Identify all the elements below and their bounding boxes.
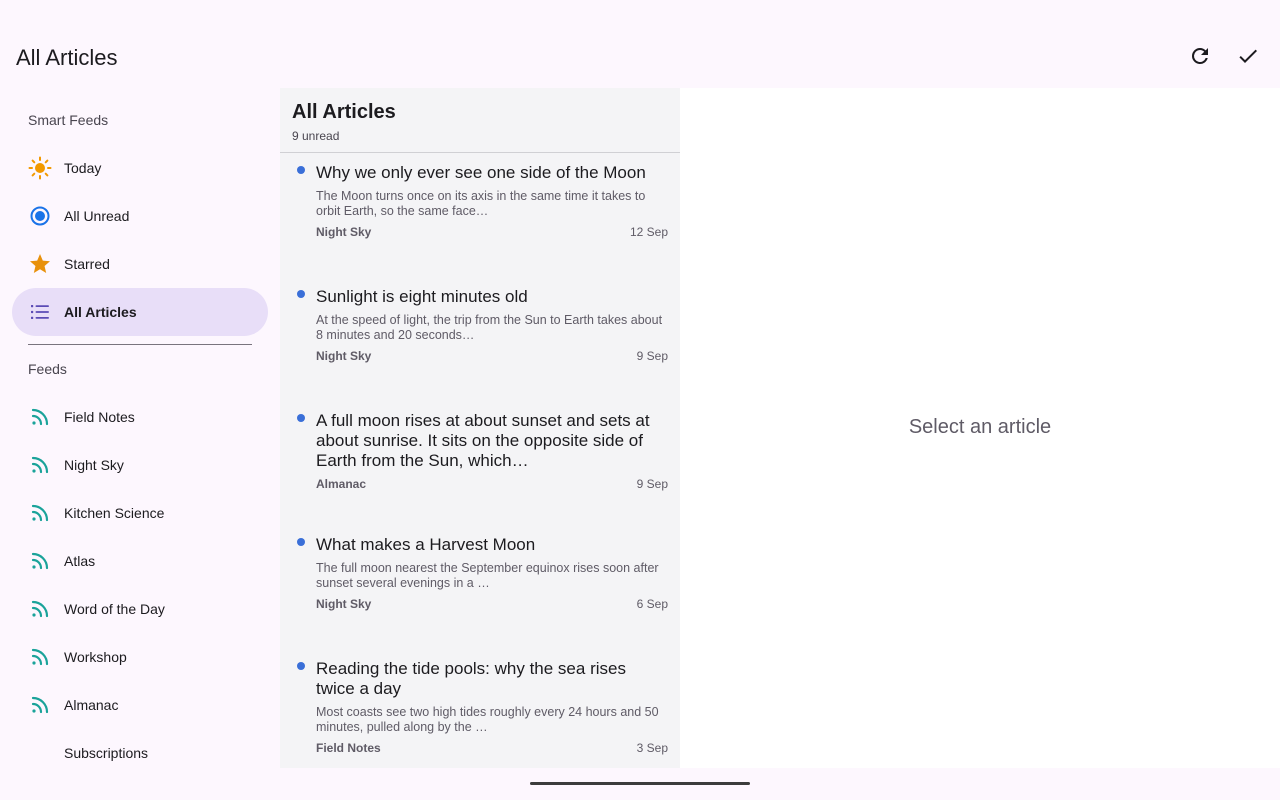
list-title: All Articles	[292, 101, 396, 123]
article-excerpt: Most coasts see two high tides roughly e…	[316, 705, 659, 734]
article-item[interactable]: Why we only ever see one side of the Moo…	[280, 153, 680, 277]
article-excerpt: The full moon nearest the September equi…	[316, 561, 659, 590]
mark-all-read-button[interactable]	[1232, 40, 1264, 72]
list-icon	[28, 300, 52, 324]
feed-item-label: Kitchen Science	[64, 505, 165, 521]
list-header: All Articles 9 unread	[280, 88, 680, 153]
feed-item-atlas[interactable]: Atlas	[12, 537, 268, 585]
top-app-bar: All Articles	[0, 0, 1280, 88]
rss-icon	[28, 693, 52, 717]
smart-feeds-header: Smart Feeds	[28, 112, 109, 128]
article-title: A full moon rises at about sunset and se…	[316, 411, 650, 470]
nav-item-today[interactable]: Today	[12, 144, 268, 192]
article-source: Field Notes	[316, 741, 381, 755]
rss-icon	[28, 501, 52, 525]
article-item[interactable]: What makes a Harvest Moon The full moon …	[280, 525, 680, 649]
refresh-button[interactable]	[1184, 40, 1216, 72]
article-source: Night Sky	[316, 597, 372, 611]
gesture-handle[interactable]	[530, 782, 750, 785]
nav-item-label: Starred	[64, 256, 110, 272]
feed-item-label: Night Sky	[64, 457, 124, 473]
article-title: What makes a Harvest Moon	[316, 535, 536, 554]
article-excerpt: The Moon turns once on its axis in the s…	[316, 189, 646, 218]
article-date: 9 Sep	[636, 477, 668, 491]
feed-item-field-notes[interactable]: Field Notes	[12, 393, 268, 441]
feed-item-label: Workshop	[64, 649, 127, 665]
sun-icon	[28, 156, 52, 180]
feeds-header: Feeds	[28, 361, 67, 377]
unread-dot-icon	[297, 166, 305, 174]
article-title: Why we only ever see one side of the Moo…	[316, 163, 646, 182]
feed-item-workshop[interactable]: Workshop	[12, 633, 268, 681]
nav-item-label: All Unread	[64, 208, 130, 224]
article-source: Night Sky	[316, 225, 372, 239]
nav-item-label: Subscriptions	[64, 745, 149, 761]
nav-item-label: Today	[64, 160, 102, 176]
feed-item-kitchen-science[interactable]: Kitchen Science	[12, 489, 268, 537]
empty-state-text: Select an article	[908, 416, 1052, 438]
feed-item-label: Field Notes	[64, 409, 135, 425]
rss-icon	[28, 549, 52, 573]
unread-dot-icon	[297, 538, 305, 546]
nav-item-all-articles[interactable]: All Articles	[12, 288, 268, 336]
feed-item-almanac[interactable]: Almanac	[12, 681, 268, 729]
article-title: Reading the tide pools: why the sea rise…	[316, 659, 626, 698]
article-source: Almanac	[316, 477, 367, 491]
feed-item-night-sky[interactable]: Night Sky	[12, 441, 268, 489]
unread-dot-icon	[297, 414, 305, 422]
article-item[interactable]: A full moon rises at about sunset and se…	[280, 401, 680, 525]
article-date: 9 Sep	[636, 349, 668, 363]
article-item[interactable]: Reading the tide pools: why the sea rise…	[280, 649, 680, 768]
nav-item-starred[interactable]: Starred	[12, 240, 268, 288]
article-date: 3 Sep	[636, 741, 668, 755]
unread-dot-icon	[297, 290, 305, 298]
article-date: 12 Sep	[629, 225, 668, 239]
unread-dot-icon	[297, 662, 305, 670]
feed-item-word-of-the-day[interactable]: Word of the Day	[12, 585, 268, 633]
nav-item-subscriptions[interactable]: Subscriptions	[12, 729, 268, 768]
rss-icon	[28, 597, 52, 621]
article-list-pane: All Articles 9 unread Why we only ever s…	[280, 88, 680, 768]
rss-icon	[28, 645, 52, 669]
article-excerpt: At the speed of light, the trip from the…	[316, 313, 663, 342]
feed-item-label: Almanac	[64, 697, 119, 713]
article-detail-pane: Select an article	[680, 88, 1280, 768]
nav-item-all-unread[interactable]: All Unread	[12, 192, 268, 240]
check-icon	[1239, 49, 1257, 63]
star-icon	[28, 252, 52, 276]
article-source: Night Sky	[316, 349, 372, 363]
rss-icon	[28, 405, 52, 429]
refresh-icon	[1192, 47, 1208, 64]
rss-icon	[28, 453, 52, 477]
nav-item-label: All Articles	[64, 304, 137, 320]
article-date: 6 Sep	[636, 597, 668, 611]
feed-item-label: Atlas	[64, 553, 96, 569]
article-item[interactable]: Sunlight is eight minutes old At the spe…	[280, 277, 680, 401]
blank-icon	[28, 741, 52, 765]
radio-dot-icon	[28, 204, 52, 228]
drawer-divider	[28, 344, 252, 345]
article-title: Sunlight is eight minutes old	[316, 287, 528, 306]
feed-item-label: Word of the Day	[64, 601, 165, 617]
page-title: All Articles	[16, 45, 118, 70]
navigation-drawer: Smart Feeds Today All Unread Starred All…	[0, 88, 280, 768]
unread-count: 9 unread	[292, 129, 340, 143]
